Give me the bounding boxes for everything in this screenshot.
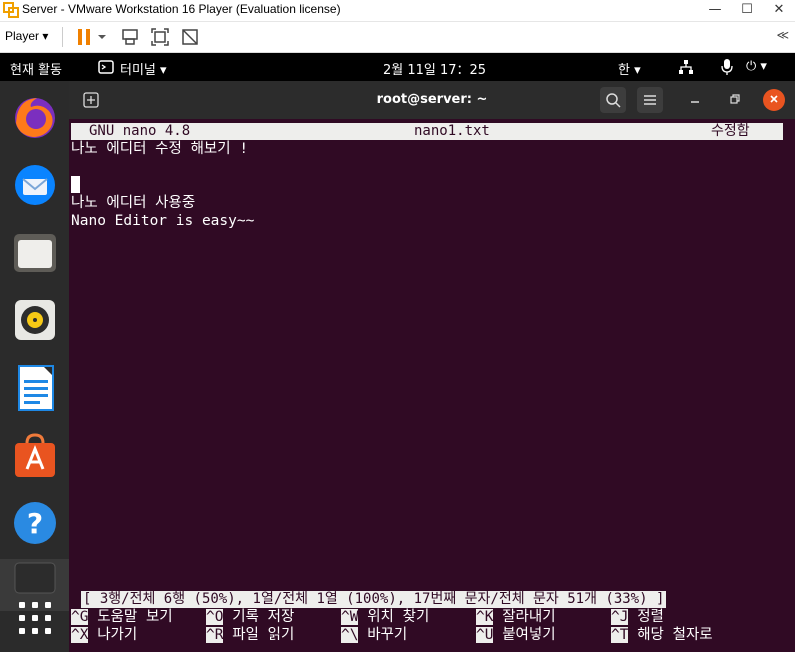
app-menu-button[interactable]: 터미널 ▾ <box>120 59 167 78</box>
clock-button[interactable]: 2월 11일 17：25 <box>383 59 486 78</box>
network-icon[interactable] <box>678 59 694 75</box>
shortcut-exit: ^X 나가기 <box>71 626 137 644</box>
menu-button[interactable] <box>637 87 663 113</box>
editor-line[interactable]: Nano Editor is easy~~ <box>71 212 254 230</box>
editor-line[interactable]: 나노 에디터 수정 해보기 ! <box>71 140 248 158</box>
shortcut-key: ^R <box>206 627 224 643</box>
shortcut-label: 위치 찾기 <box>367 609 430 625</box>
hamburger-icon <box>644 95 656 105</box>
shortcut-justify: ^J 정렬 <box>611 608 664 626</box>
svg-text:?: ? <box>27 507 43 540</box>
fit-guest-icon[interactable] <box>150 27 170 47</box>
shortcut-label: 잘라내기 <box>502 609 556 625</box>
nano-title-bar: GNU nano 4.8 nano1.txt 수정함 <box>71 123 783 140</box>
vmware-logo-icon <box>3 2 19 18</box>
shortcut-label: 도움말 보기 <box>97 609 173 625</box>
player-menu-button[interactable]: Player ▾ <box>5 29 48 43</box>
shortcut-key: ^T <box>611 627 629 643</box>
shortcut-key: ^J <box>611 609 629 625</box>
input-method-indicator[interactable]: 한 ▾ <box>618 59 641 78</box>
restore-icon <box>730 94 740 104</box>
window-title: Server - VMware Workstation 16 Player (E… <box>22 2 341 16</box>
editor-line[interactable]: 나노 에디터 사용중 <box>71 194 195 212</box>
shortcut-to-spell: ^T 해당 철자로 <box>611 626 713 644</box>
shortcut-help: ^G 도움말 보기 <box>71 608 173 626</box>
maximize-button[interactable]: ☐ <box>731 0 763 21</box>
shortcut-key: ^O <box>206 609 224 625</box>
shortcut-key: ^W <box>341 609 359 625</box>
chevron-down-icon[interactable] <box>96 27 108 47</box>
rhythmbox-icon[interactable] <box>11 296 59 344</box>
shortcut-label: 파일 읽기 <box>232 627 295 643</box>
terminal-body[interactable]: GNU nano 4.8 nano1.txt 수정함 나노 에디터 수정 해보기… <box>69 119 795 652</box>
thunderbird-icon[interactable] <box>11 161 59 209</box>
shortcut-key: ^K <box>476 609 494 625</box>
dock: ? <box>0 81 69 652</box>
text-cursor <box>71 176 80 193</box>
toolbar-divider <box>62 27 63 47</box>
files-icon[interactable] <box>11 228 59 276</box>
system-menu-button[interactable]: ⏻ ▾ <box>746 59 767 74</box>
unity-mode-icon[interactable] <box>180 27 200 47</box>
shortcut-label: 기록 저장 <box>232 609 295 625</box>
close-window-button[interactable]: ✕ <box>763 0 795 21</box>
shortcut-key: ^U <box>476 627 494 643</box>
terminal-minimize-button[interactable] <box>684 89 706 111</box>
gnome-top-bar: 현재 활동 터미널 ▾ 2월 11일 17：25 한 ▾ ⏻ ▾ <box>0 53 795 81</box>
shortcut-key: ^X <box>71 627 89 643</box>
shortcut-label: 바꾸기 <box>367 627 408 643</box>
collapse-toolbar-button[interactable]: ≪ <box>776 28 789 42</box>
nano-version: GNU nano 4.8 <box>89 123 191 139</box>
shortcut-replace: ^\ 바꾸기 <box>341 626 407 644</box>
send-ctrl-alt-del-icon[interactable] <box>120 27 140 47</box>
nano-modified-flag: 수정함 <box>711 123 750 139</box>
pause-icon[interactable] <box>74 27 94 47</box>
search-icon <box>606 93 621 108</box>
shortcut-save: ^O 기록 저장 <box>206 608 294 626</box>
shortcut-read-file: ^R 파일 읽기 <box>206 626 294 644</box>
activities-button[interactable]: 현재 활동 <box>10 59 62 78</box>
shortcut-label: 붙여넣기 <box>502 627 556 643</box>
ubuntu-software-icon[interactable] <box>11 431 59 479</box>
help-icon[interactable]: ? <box>11 499 59 547</box>
search-button[interactable] <box>600 87 626 113</box>
close-icon <box>770 95 778 103</box>
terminal-app-icon <box>98 60 114 74</box>
libreoffice-writer-icon[interactable] <box>11 364 59 412</box>
vmware-title-bar: Server - VMware Workstation 16 Player (E… <box>0 0 795 22</box>
shortcut-label: 정렬 <box>637 609 664 625</box>
terminal-close-button[interactable] <box>763 89 785 111</box>
shortcut-key: ^\ <box>341 627 359 643</box>
vmware-toolbar: Player ▾ ≪ <box>0 22 795 53</box>
minimize-icon <box>691 101 699 103</box>
microphone-icon[interactable] <box>720 58 734 76</box>
terminal-header-bar: root@server: ~ <box>69 81 795 119</box>
terminal-restore-button[interactable] <box>724 89 746 111</box>
show-applications-icon[interactable] <box>11 594 59 642</box>
shortcut-label: 나가기 <box>97 627 138 643</box>
shortcut-where-is: ^W 위치 찾기 <box>341 608 429 626</box>
nano-filename: nano1.txt <box>414 123 490 139</box>
nano-status-bar: [ 3행/전체 6행 (50%), 1열/전체 1열 (100%), 17번째 … <box>81 591 667 608</box>
shortcut-label: 해당 철자로 <box>637 627 713 643</box>
shortcut-key: ^G <box>71 609 89 625</box>
minimize-button[interactable]: — <box>699 0 731 21</box>
shortcut-cut: ^K 잘라내기 <box>476 608 556 626</box>
firefox-icon[interactable] <box>11 93 59 141</box>
shortcut-paste: ^U 붙여넣기 <box>476 626 556 644</box>
